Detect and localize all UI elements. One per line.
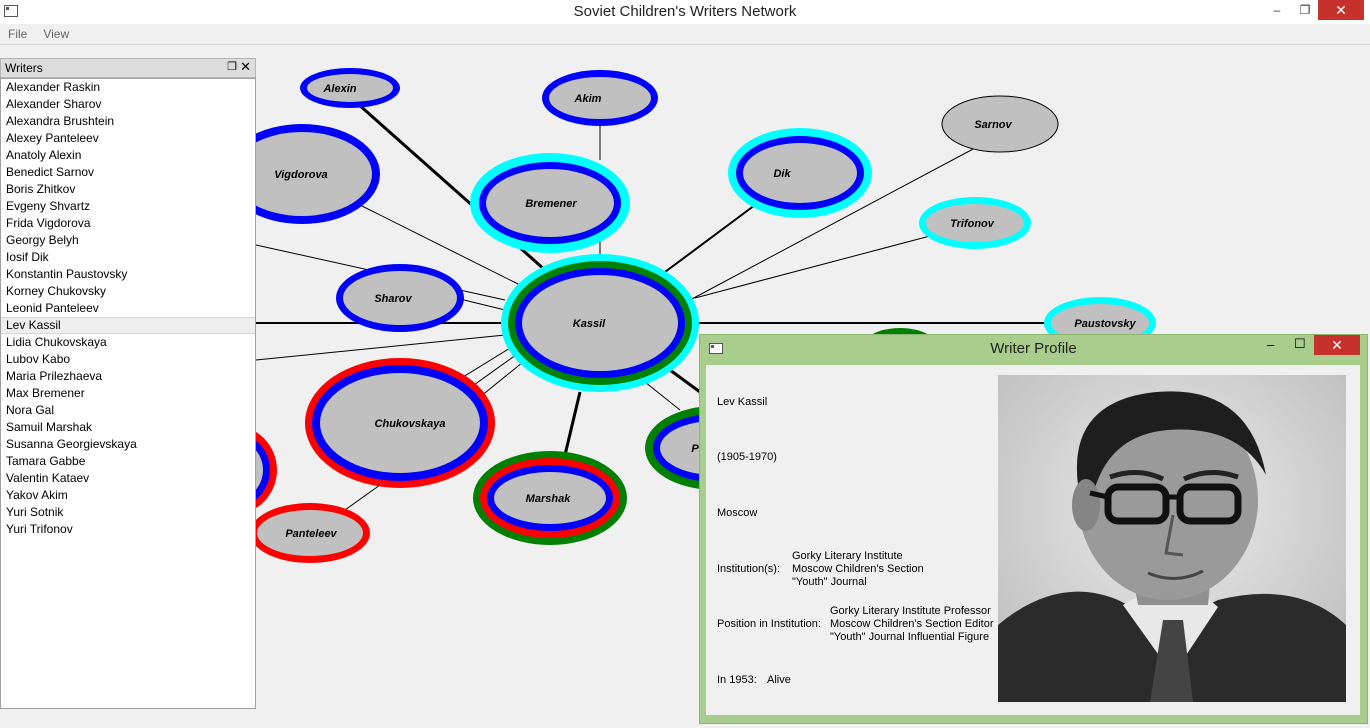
- position-2: Moscow Children's Section Editor: [830, 618, 994, 630]
- writer-list-item[interactable]: Alexander Raskin: [1, 79, 255, 96]
- dock-title: Writers: [5, 61, 43, 75]
- writer-list-item[interactable]: Alexander Sharov: [1, 96, 255, 113]
- writers-dock: Writers ❐ ✕ Alexander Raskin Alexander Sh…: [0, 58, 256, 709]
- status-value: Alive: [767, 674, 791, 686]
- writer-list-item[interactable]: Samuil Marshak: [1, 419, 255, 436]
- writer-portrait: [998, 375, 1346, 702]
- writer-list-item[interactable]: Lev Kassil: [1, 317, 255, 334]
- writer-list-item[interactable]: Yuri Sotnik: [1, 504, 255, 521]
- edge-dik-kassil: [664, 204, 756, 273]
- label-panteleev: Panteleev: [285, 528, 337, 540]
- label-kassil: Kassil: [573, 318, 606, 330]
- dock-close-button[interactable]: ✕: [240, 59, 251, 75]
- institution-3: "Youth" Journal: [792, 576, 867, 588]
- writer-list-item[interactable]: Lubov Kabo: [1, 351, 255, 368]
- label-dik: Dik: [773, 168, 791, 180]
- node-dik[interactable]: [728, 128, 872, 218]
- writer-list-item[interactable]: Benedict Sarnov: [1, 164, 255, 181]
- writer-list-item[interactable]: Frida Vigdorova: [1, 215, 255, 232]
- institutions-label: Institution(s):: [717, 563, 780, 575]
- edge-left-3: [255, 334, 506, 361]
- label-paustovsky: Paustovsky: [1074, 318, 1136, 330]
- writer-list-item[interactable]: Boris Zhitkov: [1, 181, 255, 198]
- writer-profile-window: Writer Profile – ☐ ✕ Lev Kassil (1905-19…: [699, 334, 1368, 724]
- writers-list[interactable]: Alexander Raskin Alexander Sharov Alexandr…: [0, 78, 256, 709]
- writer-list-item[interactable]: Evgeny Shvartz: [1, 198, 255, 215]
- label-marshak: Marshak: [526, 493, 572, 505]
- positions-label: Position in Institution:: [717, 618, 821, 630]
- edge-kassil-p-bold: [669, 368, 701, 394]
- writer-list-item[interactable]: Lidia Chukovskaya: [1, 334, 255, 351]
- profile-maximize-button[interactable]: ☐: [1294, 336, 1306, 352]
- edge-trifonov-kassil: [694, 235, 931, 299]
- writer-list-item[interactable]: Anatoly Alexin: [1, 147, 255, 164]
- writer-list-item[interactable]: Maria Prilezhaeva: [1, 368, 255, 385]
- writer-list-item[interactable]: Yakov Akim: [1, 487, 255, 504]
- dock-header: Writers ❐ ✕: [0, 58, 256, 78]
- position-3: "Youth" Journal Influential Figure: [830, 631, 990, 643]
- profile-years: (1905-1970): [717, 451, 777, 463]
- label-bremener: Bremener: [525, 198, 577, 210]
- writer-list-item[interactable]: Leonid Panteleev: [1, 300, 255, 317]
- writer-list-item[interactable]: Nora Gal: [1, 402, 255, 419]
- label-trifonov: Trifonov: [950, 218, 995, 230]
- writer-list-item[interactable]: Konstantin Paustovsky: [1, 266, 255, 283]
- writer-list-item[interactable]: Tamara Gabbe: [1, 453, 255, 470]
- label-vigdorova: Vigdorova: [274, 169, 327, 181]
- status-label: In 1953:: [717, 674, 757, 686]
- edge-panteleev-chukovskaya: [344, 484, 381, 511]
- writer-list-item[interactable]: Georgy Belyh: [1, 232, 255, 249]
- label-sharov: Sharov: [374, 293, 412, 305]
- institution-2: Moscow Children's Section: [792, 563, 924, 575]
- label-chukovskaya: Chukovskaya: [375, 418, 446, 430]
- writer-list-item[interactable]: Valentin Kataev: [1, 470, 255, 487]
- writer-list-item[interactable]: Yuri Trifonov: [1, 521, 255, 538]
- institution-1: Gorky Literary Institute: [792, 550, 903, 562]
- writer-list-item[interactable]: Korney Chukovsky: [1, 283, 255, 300]
- profile-close-button[interactable]: ✕: [1314, 335, 1360, 355]
- writer-list-item[interactable]: Iosif Dik: [1, 249, 255, 266]
- dock-float-button[interactable]: ❐: [227, 60, 237, 73]
- writer-list-item[interactable]: Alexandra Brushtein: [1, 113, 255, 130]
- writer-list-item[interactable]: Max Bremener: [1, 385, 255, 402]
- profile-minimize-button[interactable]: –: [1267, 337, 1274, 352]
- profile-content: Lev Kassil (1905-1970) Moscow Institutio…: [706, 365, 1360, 715]
- position-1: Gorky Literary Institute Professor: [830, 605, 991, 617]
- label-akim: Akim: [574, 93, 602, 105]
- edge-sharov-kassil: [459, 298, 506, 311]
- profile-city: Moscow: [717, 507, 758, 519]
- edge-kassil-marshak: [563, 391, 582, 456]
- writer-list-item[interactable]: Alexey Panteleev: [1, 130, 255, 147]
- label-alexin: Alexin: [322, 83, 356, 95]
- profile-name: Lev Kassil: [717, 396, 768, 408]
- writer-list-item[interactable]: Susanna Georgievskaya: [1, 436, 255, 453]
- label-sarnov: Sarnov: [974, 119, 1012, 131]
